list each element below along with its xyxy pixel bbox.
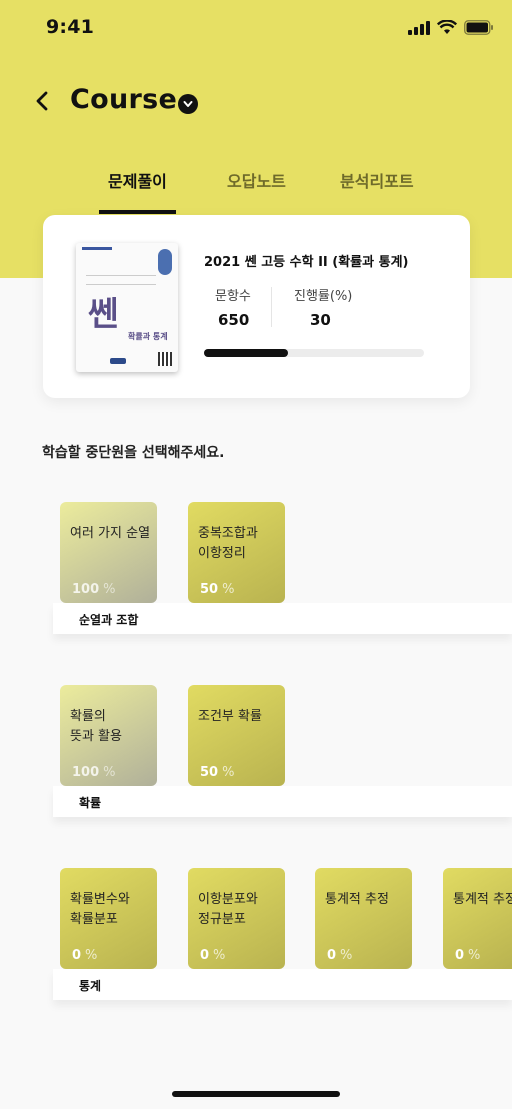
unit-name: 중복조합과 이항정리 [198,526,258,561]
cellular-signal-icon [408,20,430,35]
cover-lines [86,275,156,285]
unit-progress: 0% [455,948,481,963]
book-card[interactable]: 쎈 확률과 통계 2021 쎈 고등 수학 II (확률과 통계) 문항수 65… [43,215,470,398]
unit-name: 확률변수와 확률분포 [70,892,130,927]
unit-name: 확률의 뜻과 활용 [70,709,122,744]
unit-card[interactable]: 확률변수와 확률분포 0% [60,868,157,969]
unit-card[interactable]: 중복조합과 이항정리 50% [188,502,285,603]
section-label: 순열과 조합 [79,613,139,627]
back-button[interactable] [28,86,56,116]
cover-subtitle: 확률과 통계 [128,332,168,341]
unit-name: 조건부 확률 [198,709,262,724]
instruction-text: 학습할 중단원을 선택해주세요. [42,445,225,461]
unit-card[interactable]: 이항분포와 정규분포 0% [188,868,285,969]
progress-bar-fill [204,349,288,357]
unit-progress: 0% [200,948,226,963]
problem-count-value: 650 [218,311,250,329]
unit-card[interactable]: 조건부 확률 50% [188,685,285,786]
section-label-bar: 확률 [53,786,512,817]
unit-card[interactable]: 통계적 추정 0% [443,868,512,969]
unit-card[interactable]: 확률의 뜻과 활용 100% [60,685,157,786]
chevron-left-icon [36,91,48,111]
home-indicator[interactable] [172,1091,340,1097]
page-title: Course [70,84,178,115]
battery-icon [464,20,493,35]
unit-progress: 100% [72,765,116,780]
section-label-bar: 순열과 조합 [53,603,512,634]
section-label-bar: 통계 [53,969,512,1000]
tab-wrong-answer-note[interactable]: 오답노트 [227,168,286,192]
unit-name: 통계적 추정 [325,892,389,907]
section-label: 통계 [79,979,102,993]
status-icons [408,20,494,35]
course-dropdown-button[interactable] [178,94,198,114]
active-tab-indicator [99,210,176,214]
progress-value: 30 [310,311,331,329]
problem-count-label: 문항수 [215,289,251,304]
tab-problem-solving[interactable]: 문제풀이 [108,168,167,192]
stat-divider [271,287,272,327]
book-cover-image: 쎈 확률과 통계 [76,243,178,372]
publisher-logo [110,358,126,364]
progress-bar [204,349,424,357]
unit-progress: 100% [72,582,116,597]
unit-name: 여러 가지 순열 [70,526,151,541]
unit-progress: 0% [327,948,353,963]
cover-badge [158,249,172,275]
book-title: 2021 쎈 고등 수학 II (확률과 통계) [204,255,409,270]
unit-card[interactable]: 여러 가지 순열 100% [60,502,157,603]
progress-label: 진행률(%) [294,289,353,304]
status-bar: 9:41 [0,0,512,56]
unit-name: 이항분포와 정규분포 [198,892,258,927]
section-label: 확률 [79,796,102,810]
status-time: 9:41 [46,16,95,38]
unit-progress: 0% [72,948,98,963]
cover-stripe [82,247,112,250]
tab-bar: 문제풀이 오답노트 분석리포트 [0,168,512,216]
unit-card[interactable]: 통계적 추정 0% [315,868,412,969]
wifi-icon [437,20,457,34]
tab-analysis-report[interactable]: 분석리포트 [340,168,414,192]
qr-code [158,352,172,366]
chevron-down-icon [183,101,193,107]
unit-progress: 50% [200,765,235,780]
unit-progress: 50% [200,582,235,597]
unit-name: 통계적 추정 [453,892,512,907]
cover-brand: 쎈 [88,294,119,333]
